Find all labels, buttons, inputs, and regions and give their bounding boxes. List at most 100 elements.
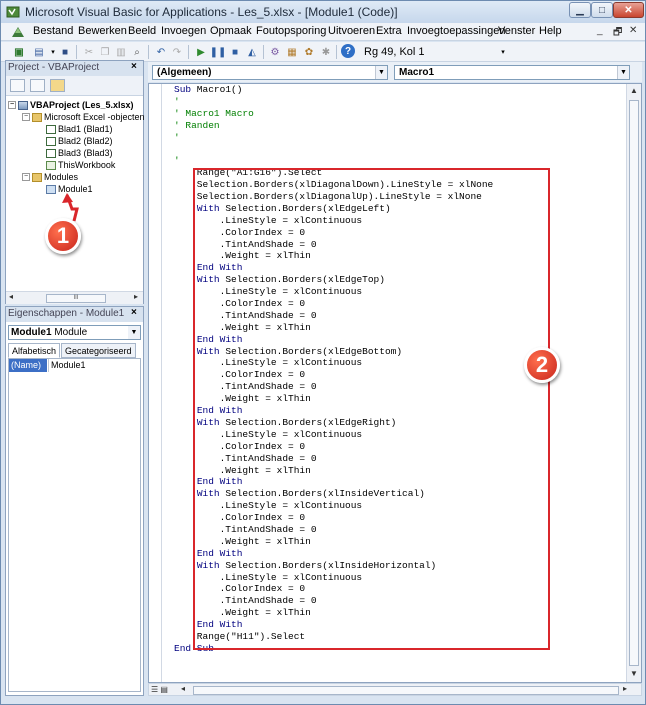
- chevron-down-icon[interactable]: ▼: [617, 66, 629, 79]
- run-icon[interactable]: ▶: [193, 44, 209, 60]
- code-vertical-scrollbar[interactable]: ▲ ▼: [626, 84, 641, 682]
- code-line[interactable]: .TintAndShade = 0: [174, 453, 624, 465]
- toolbox-icon[interactable]: ✱: [318, 44, 334, 60]
- undo-icon[interactable]: ↶: [153, 44, 169, 60]
- scroll-right-icon[interactable]: ▸: [623, 684, 627, 693]
- scroll-up-icon[interactable]: ▲: [630, 86, 638, 95]
- scroll-down-icon[interactable]: ▼: [630, 669, 638, 678]
- code-line[interactable]: End Sub: [174, 643, 624, 655]
- project-panel-close-icon[interactable]: ×: [131, 61, 137, 72]
- menu-venster[interactable]: Venster: [498, 25, 535, 37]
- cut-icon[interactable]: ✂: [81, 44, 97, 60]
- code-line[interactable]: .Weight = xlThin: [174, 250, 624, 262]
- code-line[interactable]: .LineStyle = xlContinuous: [174, 500, 624, 512]
- code-line[interactable]: [174, 655, 624, 667]
- code-line[interactable]: .Weight = xlThin: [174, 465, 624, 477]
- collapse-icon[interactable]: −: [22, 113, 30, 121]
- code-line[interactable]: ': [174, 132, 624, 144]
- tree-thisworkbook[interactable]: ThisWorkbook: [46, 160, 115, 170]
- scroll-thumb[interactable]: [629, 100, 639, 666]
- scroll-right-icon[interactable]: ▸: [134, 292, 138, 301]
- scroll-left-icon[interactable]: ◂: [181, 684, 185, 693]
- properties-object-select[interactable]: Module1 Module ▼: [8, 325, 141, 340]
- code-line[interactable]: With Selection.Borders(xlEdgeRight): [174, 417, 624, 429]
- object-browser-icon[interactable]: ✿: [301, 44, 317, 60]
- menu-foutopsporing[interactable]: Foutopsporing: [256, 25, 326, 37]
- tree-sheet-blad2[interactable]: Blad2 (Blad2): [46, 136, 113, 146]
- tab-gecategoriseerd[interactable]: Gecategoriseerd: [61, 343, 136, 358]
- code-line[interactable]: With Selection.Borders(xlEdgeTop): [174, 274, 624, 286]
- code-line[interactable]: End With: [174, 476, 624, 488]
- redo-icon[interactable]: ↷: [169, 44, 185, 60]
- toolbar-options-icon[interactable]: ▾: [495, 44, 511, 60]
- code-line[interactable]: .Weight = xlThin: [174, 607, 624, 619]
- menu-invoegtoepassingen[interactable]: Invoegtoepassingen: [407, 25, 505, 37]
- code-line[interactable]: With Selection.Borders(xlInsideVertical): [174, 488, 624, 500]
- code-line[interactable]: .LineStyle = xlContinuous: [174, 429, 624, 441]
- code-line[interactable]: .Weight = xlThin: [174, 322, 624, 334]
- code-line[interactable]: .Weight = xlThin: [174, 536, 624, 548]
- view-code-icon[interactable]: [10, 79, 25, 92]
- scroll-thumb[interactable]: III: [46, 294, 106, 303]
- close-button[interactable]: ✕: [613, 2, 644, 18]
- code-line[interactable]: .LineStyle = xlContinuous: [174, 286, 624, 298]
- code-line[interactable]: .ColorIndex = 0: [174, 227, 624, 239]
- maximize-button[interactable]: □: [591, 2, 613, 18]
- code-line[interactable]: [174, 143, 624, 155]
- collapse-icon[interactable]: −: [22, 173, 30, 181]
- tree-modules-folder[interactable]: − Modules: [22, 172, 78, 182]
- copy-icon[interactable]: ❐: [97, 44, 113, 60]
- code-line[interactable]: .ColorIndex = 0: [174, 512, 624, 524]
- menu-bestand[interactable]: Bestand: [33, 25, 73, 37]
- menu-extra[interactable]: Extra: [376, 25, 402, 37]
- code-line[interactable]: .TintAndShade = 0: [174, 524, 624, 536]
- menu-invoegen[interactable]: Invoegen: [161, 25, 206, 37]
- scroll-thumb[interactable]: [193, 686, 619, 695]
- code-line[interactable]: With Selection.Borders(xlInsideHorizonta…: [174, 560, 624, 572]
- tree-project-node[interactable]: − VBAProject (Les_5.xlsx): [8, 100, 134, 110]
- code-line[interactable]: End With: [174, 334, 624, 346]
- code-line[interactable]: ': [174, 96, 624, 108]
- code-line[interactable]: .LineStyle = xlContinuous: [174, 572, 624, 584]
- tab-alfabetisch[interactable]: Alfabetisch: [8, 343, 61, 358]
- code-line[interactable]: Range("A1:G16").Select: [174, 167, 624, 179]
- view-excel-icon[interactable]: ▣: [11, 44, 27, 60]
- code-line[interactable]: .LineStyle = xlContinuous: [174, 215, 624, 227]
- tree-sheet-blad1[interactable]: Blad1 (Blad1): [46, 124, 113, 134]
- code-line[interactable]: End With: [174, 619, 624, 631]
- tree-excel-objects-folder[interactable]: − Microsoft Excel -objecten: [22, 112, 145, 122]
- toggle-folders-icon[interactable]: [50, 79, 65, 92]
- design-mode-icon[interactable]: ◭: [244, 44, 260, 60]
- code-line[interactable]: .TintAndShade = 0: [174, 239, 624, 251]
- save-icon[interactable]: ■: [57, 44, 73, 60]
- menu-bewerken[interactable]: Bewerken: [78, 25, 127, 37]
- properties-panel-close-icon[interactable]: ×: [131, 307, 137, 318]
- paste-icon[interactable]: ▥: [113, 44, 129, 60]
- view-object-icon[interactable]: [30, 79, 45, 92]
- menu-uitvoeren[interactable]: Uitvoeren: [328, 25, 375, 37]
- collapse-icon[interactable]: −: [8, 101, 16, 109]
- tree-sheet-blad3[interactable]: Blad3 (Blad3): [46, 148, 113, 158]
- code-line[interactable]: End With: [174, 262, 624, 274]
- menu-opmaak[interactable]: Opmaak: [210, 25, 252, 37]
- project-horizontal-scrollbar[interactable]: ◂ III ▸: [6, 291, 143, 304]
- mdi-close-icon[interactable]: ✕: [629, 25, 637, 36]
- code-line[interactable]: End With: [174, 405, 624, 417]
- help-icon[interactable]: ?: [341, 44, 355, 58]
- procedure-view-icons[interactable]: ☰ ▤: [151, 685, 168, 694]
- code-line[interactable]: ' Randen: [174, 120, 624, 132]
- code-line[interactable]: .ColorIndex = 0: [174, 298, 624, 310]
- code-line[interactable]: .TintAndShade = 0: [174, 310, 624, 322]
- mdi-restore-icon[interactable]: 🗗: [613, 25, 622, 42]
- chevron-down-icon[interactable]: ▼: [128, 326, 140, 339]
- code-line[interactable]: .Weight = xlThin: [174, 393, 624, 405]
- code-line[interactable]: ': [174, 155, 624, 167]
- break-icon[interactable]: ❚❚: [210, 44, 227, 60]
- code-line[interactable]: .TintAndShade = 0: [174, 595, 624, 607]
- code-editor[interactable]: Sub Macro1() ' ' Macro1 Macro ' Randen ' ' Ra…: [148, 83, 642, 683]
- code-line[interactable]: ' Macro1 Macro: [174, 108, 624, 120]
- code-line[interactable]: Range("H11").Select: [174, 631, 624, 643]
- properties-window-icon[interactable]: ▦: [284, 44, 300, 60]
- property-value[interactable]: Module1: [48, 359, 140, 372]
- code-line[interactable]: .ColorIndex = 0: [174, 441, 624, 453]
